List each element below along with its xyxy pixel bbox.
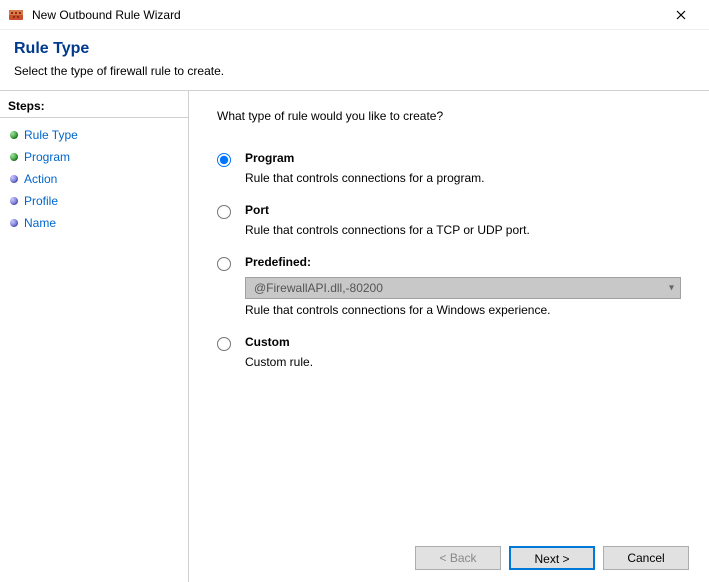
radio-predefined[interactable] — [217, 257, 231, 271]
wizard-header: Rule Type Select the type of firewall ru… — [0, 30, 709, 90]
step-link[interactable]: Rule Type — [24, 128, 78, 142]
wizard-footer: < Back Next > Cancel — [415, 546, 689, 570]
radio-predefined-label[interactable]: Predefined: — [245, 255, 681, 269]
steps-header: Steps: — [0, 95, 188, 118]
step-program[interactable]: Program — [0, 146, 188, 168]
predefined-combo-value: @FirewallAPI.dll,-80200 — [254, 281, 383, 295]
page-subtitle: Select the type of firewall rule to crea… — [14, 64, 695, 78]
step-action[interactable]: Action — [0, 168, 188, 190]
title-bar: New Outbound Rule Wizard — [0, 0, 709, 30]
step-link[interactable]: Program — [24, 150, 70, 164]
wizard-content: What type of rule would you like to crea… — [189, 91, 709, 582]
radio-predefined-desc: Rule that controls connections for a Win… — [245, 303, 681, 317]
radio-program-label[interactable]: Program — [245, 151, 681, 165]
radio-program[interactable] — [217, 153, 231, 167]
option-program: Program Rule that controls connections f… — [217, 151, 681, 185]
radio-program-desc: Rule that controls connections for a pro… — [245, 171, 681, 185]
step-bullet-icon — [10, 197, 18, 205]
radio-port-label[interactable]: Port — [245, 203, 681, 217]
predefined-combo: @FirewallAPI.dll,-80200 ▾ — [245, 277, 681, 299]
option-port: Port Rule that controls connections for … — [217, 203, 681, 237]
radio-custom-label[interactable]: Custom — [245, 335, 681, 349]
step-rule-type[interactable]: Rule Type — [0, 124, 188, 146]
rule-type-question: What type of rule would you like to crea… — [217, 109, 681, 123]
radio-port-desc: Rule that controls connections for a TCP… — [245, 223, 681, 237]
chevron-down-icon: ▾ — [669, 283, 674, 294]
step-bullet-icon — [10, 175, 18, 183]
step-link[interactable]: Profile — [24, 194, 58, 208]
step-bullet-icon — [10, 219, 18, 227]
step-link[interactable]: Action — [24, 172, 57, 186]
radio-port[interactable] — [217, 205, 231, 219]
cancel-button[interactable]: Cancel — [603, 546, 689, 570]
next-button[interactable]: Next > — [509, 546, 595, 570]
option-custom: Custom Custom rule. — [217, 335, 681, 369]
option-predefined: Predefined: @FirewallAPI.dll,-80200 ▾ Ru… — [217, 255, 681, 317]
page-title: Rule Type — [14, 40, 695, 58]
step-link[interactable]: Name — [24, 216, 56, 230]
back-button: < Back — [415, 546, 501, 570]
step-bullet-icon — [10, 131, 18, 139]
app-icon — [8, 7, 24, 23]
step-bullet-icon — [10, 153, 18, 161]
step-profile[interactable]: Profile — [0, 190, 188, 212]
close-icon[interactable] — [661, 1, 701, 29]
radio-custom-desc: Custom rule. — [245, 355, 681, 369]
steps-sidebar: Steps: Rule Type Program Action Profile … — [0, 91, 189, 582]
window-title: New Outbound Rule Wizard — [32, 8, 661, 22]
radio-custom[interactable] — [217, 337, 231, 351]
step-name[interactable]: Name — [0, 212, 188, 234]
